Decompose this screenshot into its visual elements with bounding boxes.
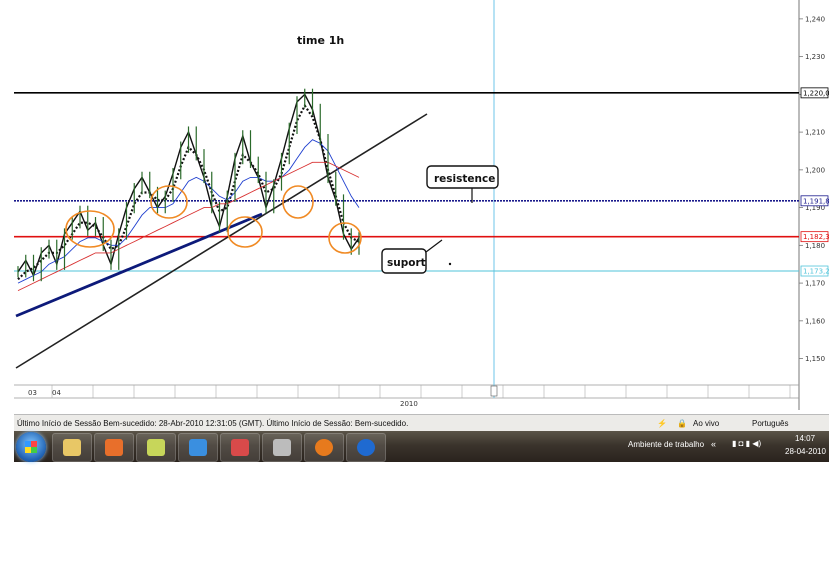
y-tick-label: 1,240	[805, 15, 825, 23]
stray-dot	[448, 262, 452, 266]
control-panel-taskbar-button[interactable]	[262, 433, 302, 462]
media-taskbar-button[interactable]	[94, 433, 134, 462]
y-tick-label: 1,230	[805, 53, 825, 61]
tray-expand-icon[interactable]: «	[711, 439, 716, 449]
resistence-label: resistence	[434, 173, 495, 185]
y-tick-label: 1,150	[805, 355, 825, 363]
session-message: Último Início de Sessão Bem-sucedido: 28…	[17, 419, 409, 428]
suport-label: suport	[387, 257, 426, 269]
firefox-taskbar-button[interactable]	[304, 433, 344, 462]
clock-time[interactable]: 14:07	[795, 434, 815, 443]
y-tick-label: 1,160	[805, 317, 825, 325]
firefox-icon	[315, 439, 333, 456]
x-tick-label-03: 03	[28, 389, 37, 397]
level-price-label: 1,191,8	[803, 197, 829, 205]
connection-icon[interactable]: ⚡	[657, 419, 667, 428]
broker-app-icon	[357, 439, 375, 456]
x-tick-label-04: 04	[52, 389, 61, 397]
tools-icon	[231, 439, 249, 456]
chart-title: time 1h	[297, 34, 344, 47]
tray-icons[interactable]: ▮ ◘ ▮ ◀)	[732, 439, 761, 448]
tools-taskbar-button[interactable]	[220, 433, 260, 462]
control-panel-icon	[273, 439, 291, 456]
y-tick-label: 1,170	[805, 280, 825, 288]
app-taskbar-button[interactable]	[136, 433, 176, 462]
app-icon	[147, 439, 165, 456]
language-label[interactable]: Português	[752, 419, 788, 428]
price-chart[interactable]: 1,2401,2301,2201,2101,2001,1901,1801,170…	[14, 0, 829, 410]
plot-area	[14, 0, 799, 398]
level-price-label: 1,173,2	[803, 268, 829, 276]
live-status: Ao vivo	[693, 419, 720, 428]
taskbar: Ambiente de trabalho « ▮ ◘ ▮ ◀) 14:07 28…	[14, 431, 829, 462]
y-tick-label: 1,200	[805, 166, 825, 174]
broker-app-taskbar-button[interactable]	[346, 433, 386, 462]
x-year-label: 2010	[400, 400, 418, 408]
y-tick-label: 1,210	[805, 129, 825, 137]
y-tick-label: 1,180	[805, 242, 825, 250]
crosshair-marker	[490, 385, 498, 397]
lock-icon: 🔒	[677, 419, 687, 428]
chart-window: 1,2401,2301,2201,2101,2001,1901,1801,170…	[14, 0, 829, 462]
clock-date[interactable]: 28-04-2010	[785, 447, 826, 456]
internet-explorer-icon	[189, 439, 207, 456]
start-button[interactable]	[16, 432, 46, 462]
level-price-label: 1,182,3	[803, 233, 829, 241]
price-axis: 1,2401,2301,2201,2101,2001,1901,1801,170…	[799, 15, 825, 363]
media-player-icon	[105, 439, 123, 456]
explorer-taskbar-button[interactable]	[52, 433, 92, 462]
folder-icon	[63, 439, 81, 456]
level-price-label: 1,220,0	[803, 89, 829, 97]
ie-taskbar-button[interactable]	[178, 433, 218, 462]
desktop-label[interactable]: Ambiente de trabalho	[628, 440, 704, 449]
status-bar: Último Início de Sessão Bem-sucedido: 28…	[14, 414, 829, 432]
